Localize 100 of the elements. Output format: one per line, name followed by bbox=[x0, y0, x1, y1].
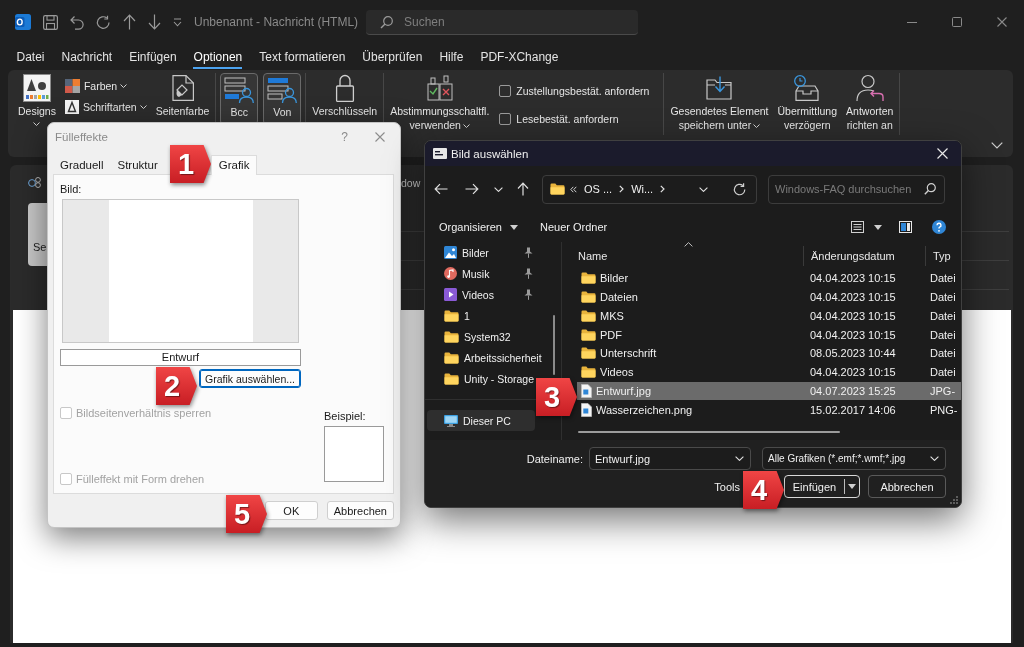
toolbar-button[interactable]: Organisieren bbox=[439, 221, 518, 233]
ribbon-button[interactable]: Gesendetes Element speichern unter bbox=[668, 73, 771, 132]
menu-tab[interactable]: Datei bbox=[8, 45, 53, 69]
file-row[interactable]: Dateien 04.04.2023 10:15 Datei bbox=[577, 287, 961, 307]
menu-tab[interactable]: Text formatieren bbox=[250, 45, 354, 69]
checkbox[interactable] bbox=[499, 113, 512, 125]
address-bar[interactable]: OS ... Wi... bbox=[542, 174, 757, 204]
chevron-down-icon[interactable] bbox=[735, 456, 744, 461]
theme-tile-icon bbox=[22, 74, 51, 102]
up-arrow-icon[interactable] bbox=[123, 14, 136, 30]
column-header[interactable]: Änderungsdatum bbox=[804, 249, 895, 262]
menu-tab[interactable]: Hilfe bbox=[430, 45, 472, 69]
file-name: Bilder bbox=[600, 272, 629, 285]
send-button[interactable]: Se bbox=[28, 203, 47, 266]
list-view-icon[interactable] bbox=[851, 221, 864, 233]
down-arrow-icon[interactable] bbox=[148, 14, 161, 30]
breadcrumb-item[interactable]: OS ... bbox=[582, 183, 615, 195]
tab[interactable]: Struktur bbox=[110, 157, 165, 174]
toggle-button[interactable]: Von bbox=[263, 73, 302, 125]
filename-field[interactable]: Entwurf.jpg bbox=[589, 447, 751, 470]
nav-item[interactable]: Dieser PC bbox=[427, 410, 535, 431]
minimize-icon[interactable] bbox=[906, 21, 917, 23]
menu-tab[interactable]: PDF-XChange bbox=[471, 45, 567, 69]
nav-item[interactable]: 1 bbox=[427, 305, 535, 326]
file-type-dropdown[interactable]: Alle Grafiken (*.emf;*.wmf;*.jpg bbox=[762, 447, 946, 470]
maximize-icon[interactable] bbox=[951, 17, 962, 27]
caret-icon[interactable] bbox=[848, 484, 856, 489]
dialog-button[interactable]: OK bbox=[264, 501, 318, 520]
vertical-scrollbar[interactable] bbox=[553, 315, 555, 375]
file-row[interactable]: Bilder 04.04.2023 10:15 Datei bbox=[577, 269, 961, 288]
ribbon-button[interactable]: Abstimmungsschaltfl. verwenden bbox=[388, 73, 492, 132]
folder-icon bbox=[581, 347, 596, 360]
step-callout: 2 bbox=[156, 367, 197, 405]
search-field[interactable]: Windows-FAQ durchsuchen bbox=[768, 174, 945, 204]
redo-icon[interactable] bbox=[96, 14, 111, 30]
double-chevron-icon[interactable] bbox=[570, 185, 577, 193]
chevron-down-icon[interactable] bbox=[699, 186, 708, 192]
horizontal-scrollbar[interactable] bbox=[578, 431, 840, 433]
ribbon-button[interactable]: Seitenfarbe bbox=[153, 73, 212, 118]
music-note-icon bbox=[444, 267, 457, 280]
dialog-title: Bild auswählen bbox=[451, 147, 530, 160]
nav-item[interactable]: Videos bbox=[427, 284, 535, 305]
ribbon-button[interactable]: Designs bbox=[16, 73, 58, 126]
file-row[interactable]: Unterschrift 08.05.2023 10:44 Datei bbox=[577, 344, 961, 363]
tab[interactable]: Grafik bbox=[210, 155, 258, 175]
file-type: Datei bbox=[929, 328, 957, 341]
resize-grip-icon[interactable] bbox=[950, 496, 958, 504]
toolbar-button[interactable]: Neuer Ordner bbox=[540, 221, 608, 233]
refresh-icon[interactable] bbox=[733, 182, 746, 196]
toggle-button[interactable]: Bcc bbox=[220, 73, 259, 125]
file-name: Videos bbox=[600, 366, 634, 379]
save-icon[interactable] bbox=[43, 14, 58, 30]
dialog-button[interactable]: Abbrechen bbox=[868, 475, 946, 498]
customize-icon[interactable] bbox=[173, 17, 182, 27]
nav-item[interactable]: Musik bbox=[427, 263, 535, 284]
ribbon-button[interactable]: Schriftarten bbox=[62, 98, 149, 116]
menu-tab[interactable]: Nachricht bbox=[53, 45, 121, 69]
ribbon-button[interactable]: Übermittlung verzögern bbox=[775, 73, 840, 132]
file-row[interactable]: Entwurf.jpg 04.07.2023 15:25 JPG- bbox=[577, 381, 961, 401]
file-name: Entwurf.jpg bbox=[596, 384, 652, 397]
dialog-button[interactable]: Einfügen bbox=[784, 475, 860, 498]
breadcrumb-item[interactable]: Wi... bbox=[629, 183, 656, 195]
collapse-ribbon-icon[interactable] bbox=[991, 142, 1003, 149]
chevron-right-icon[interactable] bbox=[619, 185, 625, 193]
column-header[interactable]: Name bbox=[562, 249, 608, 262]
file-row[interactable]: MKS 04.04.2023 10:15 Datei bbox=[577, 306, 961, 326]
nav-item[interactable]: Arbeitssicherheit bbox=[427, 347, 542, 368]
tools-button[interactable]: Tools bbox=[714, 480, 740, 493]
lines-person-icon bbox=[224, 75, 255, 104]
dialog-button[interactable]: Abbrechen bbox=[326, 501, 394, 520]
file-date: 04.04.2023 10:15 bbox=[809, 328, 897, 341]
menu-tab[interactable]: Einfügen bbox=[120, 45, 186, 69]
filename-label: Dateiname: bbox=[526, 452, 583, 465]
file-row[interactable]: Videos 04.04.2023 10:15 Datei bbox=[577, 362, 961, 382]
back-arrow-icon[interactable] bbox=[434, 183, 448, 195]
ribbon-button[interactable]: Verschlüsseln bbox=[310, 73, 380, 118]
search-field[interactable]: Suchen bbox=[366, 9, 638, 35]
select-picture-button[interactable]: Grafik auswählen... bbox=[199, 369, 301, 388]
tab[interactable]: Graduell bbox=[53, 157, 111, 174]
ballot-boxes-icon bbox=[426, 75, 453, 101]
preview-pane-icon[interactable] bbox=[899, 221, 912, 233]
color-squares-icon bbox=[64, 79, 80, 93]
ribbon-button[interactable]: Antworten richten an bbox=[844, 73, 896, 132]
nav-item[interactable]: Unity - Storage bbox=[427, 368, 535, 389]
chevron-down-icon[interactable] bbox=[494, 186, 503, 192]
column-header[interactable]: Typ bbox=[926, 249, 951, 262]
nav-item[interactable]: System32 bbox=[427, 326, 535, 347]
image-file-icon bbox=[581, 402, 592, 417]
menu-tab[interactable]: Überprüfen bbox=[353, 45, 431, 69]
chevron-right-icon[interactable] bbox=[660, 185, 666, 193]
file-row[interactable]: PDF 04.04.2023 10:15 Datei bbox=[577, 325, 961, 344]
help-icon[interactable] bbox=[932, 220, 946, 234]
undo-icon[interactable] bbox=[70, 14, 84, 30]
caret-icon[interactable] bbox=[874, 224, 882, 230]
ribbon-button[interactable]: Farben bbox=[62, 77, 149, 95]
forward-arrow-icon[interactable] bbox=[465, 183, 479, 195]
nav-item[interactable]: Bilder bbox=[427, 242, 535, 263]
checkbox[interactable] bbox=[499, 85, 512, 97]
lock-icon bbox=[334, 74, 355, 102]
file-row[interactable]: Wasserzeichen.png 15.02.2017 14:06 PNG- bbox=[577, 400, 961, 419]
